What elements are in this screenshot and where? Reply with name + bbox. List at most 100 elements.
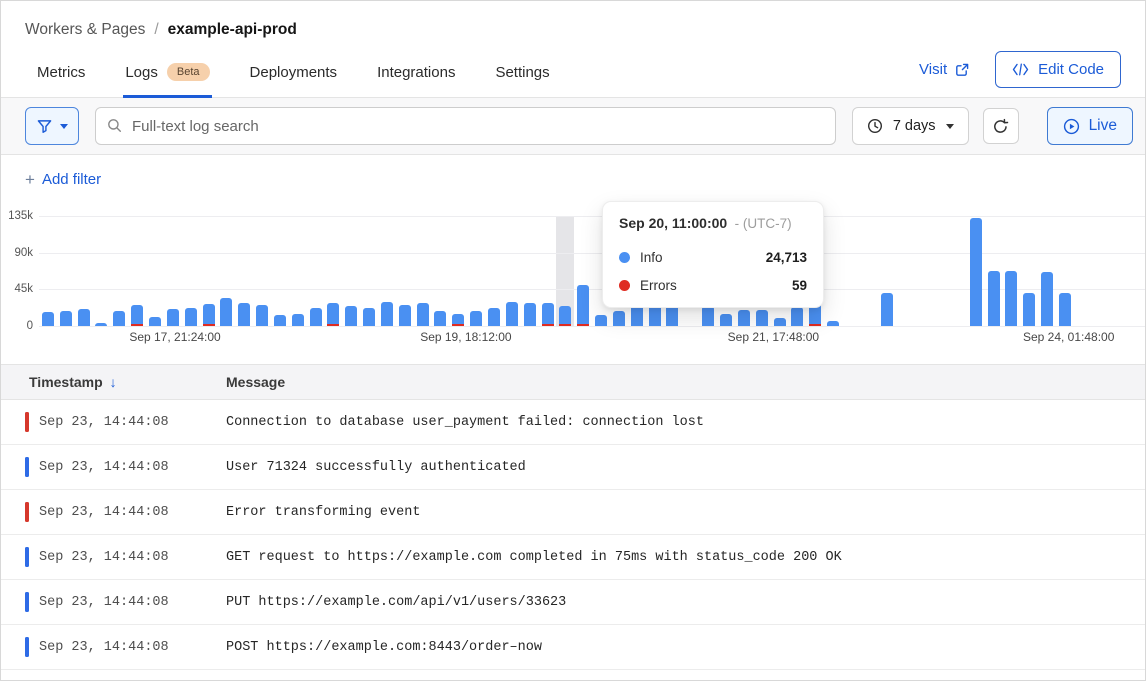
bar-slot[interactable] [378, 216, 396, 326]
bar-slot[interactable] [360, 216, 378, 326]
bar-slot[interactable] [182, 216, 200, 326]
chart-bar[interactable] [292, 314, 304, 326]
bar-slot[interactable] [1092, 216, 1110, 326]
chart-bar[interactable] [434, 311, 446, 326]
chart-bar[interactable] [95, 323, 107, 326]
chart-bar[interactable] [452, 314, 464, 326]
log-row[interactable]: Sep 23, 14:44:08User 71324 successfully … [1, 445, 1145, 490]
bar-slot[interactable] [913, 216, 931, 326]
tab-logs[interactable]: LogsBeta [123, 51, 211, 98]
timestamp-column-header[interactable]: Timestamp ↓ [29, 374, 226, 390]
tab-metrics[interactable]: Metrics [35, 51, 87, 98]
bar-slot[interactable] [307, 216, 325, 326]
chart-bar[interactable] [185, 308, 197, 326]
bar-slot[interactable] [574, 216, 592, 326]
bar-slot[interactable] [235, 216, 253, 326]
bar-slot[interactable] [432, 216, 450, 326]
bar-slot[interactable] [860, 216, 878, 326]
bar-slot[interactable] [1056, 216, 1074, 326]
visit-link[interactable]: Visit [919, 61, 969, 78]
bar-slot[interactable] [1127, 216, 1145, 326]
bar-slot[interactable] [289, 216, 307, 326]
bar-slot[interactable] [878, 216, 896, 326]
bar-slot[interactable] [1110, 216, 1128, 326]
bar-slot[interactable] [164, 216, 182, 326]
bar-slot[interactable] [128, 216, 146, 326]
bar-slot[interactable] [110, 216, 128, 326]
tab-settings[interactable]: Settings [493, 51, 551, 98]
bar-slot[interactable] [521, 216, 539, 326]
bar-slot[interactable] [39, 216, 57, 326]
bar-slot[interactable] [931, 216, 949, 326]
bar-slot[interactable] [75, 216, 93, 326]
chart-bar[interactable] [399, 305, 411, 326]
bar-slot[interactable] [949, 216, 967, 326]
filter-dropdown-button[interactable] [25, 107, 79, 145]
bar-slot[interactable] [842, 216, 860, 326]
chart-bar[interactable] [381, 302, 393, 326]
chart-bar[interactable] [363, 308, 375, 326]
chart-bar[interactable] [542, 303, 554, 326]
live-button[interactable]: Live [1047, 107, 1133, 145]
bar-slot[interactable] [414, 216, 432, 326]
chart-bar[interactable] [417, 303, 429, 326]
chart-bar[interactable] [577, 285, 589, 326]
chart-bar[interactable] [60, 311, 72, 326]
refresh-button[interactable] [983, 108, 1019, 144]
time-range-button[interactable]: 7 days [852, 107, 969, 145]
chart-bar[interactable] [113, 311, 125, 326]
breadcrumb-parent[interactable]: Workers & Pages [25, 21, 145, 39]
bar-slot[interactable] [1038, 216, 1056, 326]
chart-bar[interactable] [613, 311, 625, 326]
bar-slot[interactable] [449, 216, 467, 326]
add-filter-button[interactable]: + Add filter [25, 170, 101, 190]
chart-bar[interactable] [988, 271, 1000, 326]
bar-slot[interactable] [325, 216, 343, 326]
bar-slot[interactable] [967, 216, 985, 326]
bar-slot[interactable] [57, 216, 75, 326]
chart-bar[interactable] [1041, 272, 1053, 326]
bar-slot[interactable] [253, 216, 271, 326]
log-row[interactable]: Sep 23, 14:44:08Connection to database u… [1, 400, 1145, 445]
bar-slot[interactable] [146, 216, 164, 326]
chart-bar[interactable] [327, 303, 339, 326]
bar-slot[interactable] [217, 216, 235, 326]
chart-bar[interactable] [756, 310, 768, 326]
chart-bar[interactable] [256, 305, 268, 326]
tab-deployments[interactable]: Deployments [248, 51, 340, 98]
chart-bar[interactable] [666, 305, 678, 326]
bar-slot[interactable] [896, 216, 914, 326]
bar-slot[interactable] [556, 216, 574, 326]
bar-slot[interactable] [539, 216, 557, 326]
chart-bar[interactable] [42, 312, 54, 326]
bar-slot[interactable] [503, 216, 521, 326]
chart-bar[interactable] [78, 309, 90, 326]
chart-bar[interactable] [167, 309, 179, 326]
bar-slot[interactable] [485, 216, 503, 326]
chart-bar[interactable] [506, 302, 518, 326]
bar-slot[interactable] [1020, 216, 1038, 326]
chart-bar[interactable] [1005, 271, 1017, 326]
bar-slot[interactable] [271, 216, 289, 326]
chart-bar[interactable] [1059, 293, 1071, 326]
chart-bar[interactable] [149, 317, 161, 326]
bar-slot[interactable] [1003, 216, 1021, 326]
chart-bar[interactable] [1023, 293, 1035, 326]
tab-integrations[interactable]: Integrations [375, 51, 457, 98]
chart-bar[interactable] [524, 303, 536, 326]
chart-bar[interactable] [720, 314, 732, 326]
chart-bar[interactable] [774, 318, 786, 326]
bar-slot[interactable] [824, 216, 842, 326]
chart-bar[interactable] [559, 306, 571, 326]
log-row[interactable]: Sep 23, 14:44:08PUT https://example.com/… [1, 580, 1145, 625]
log-row[interactable]: Sep 23, 14:44:08Error transforming event [1, 490, 1145, 535]
bar-slot[interactable] [200, 216, 218, 326]
chart-bar[interactable] [970, 218, 982, 326]
bar-slot[interactable] [342, 216, 360, 326]
chart-bar[interactable] [791, 307, 803, 326]
bar-slot[interactable] [467, 216, 485, 326]
chart-bar[interactable] [470, 311, 482, 326]
search-input[interactable] [95, 107, 836, 145]
chart-bar[interactable] [881, 293, 893, 326]
bar-slot[interactable] [1074, 216, 1092, 326]
